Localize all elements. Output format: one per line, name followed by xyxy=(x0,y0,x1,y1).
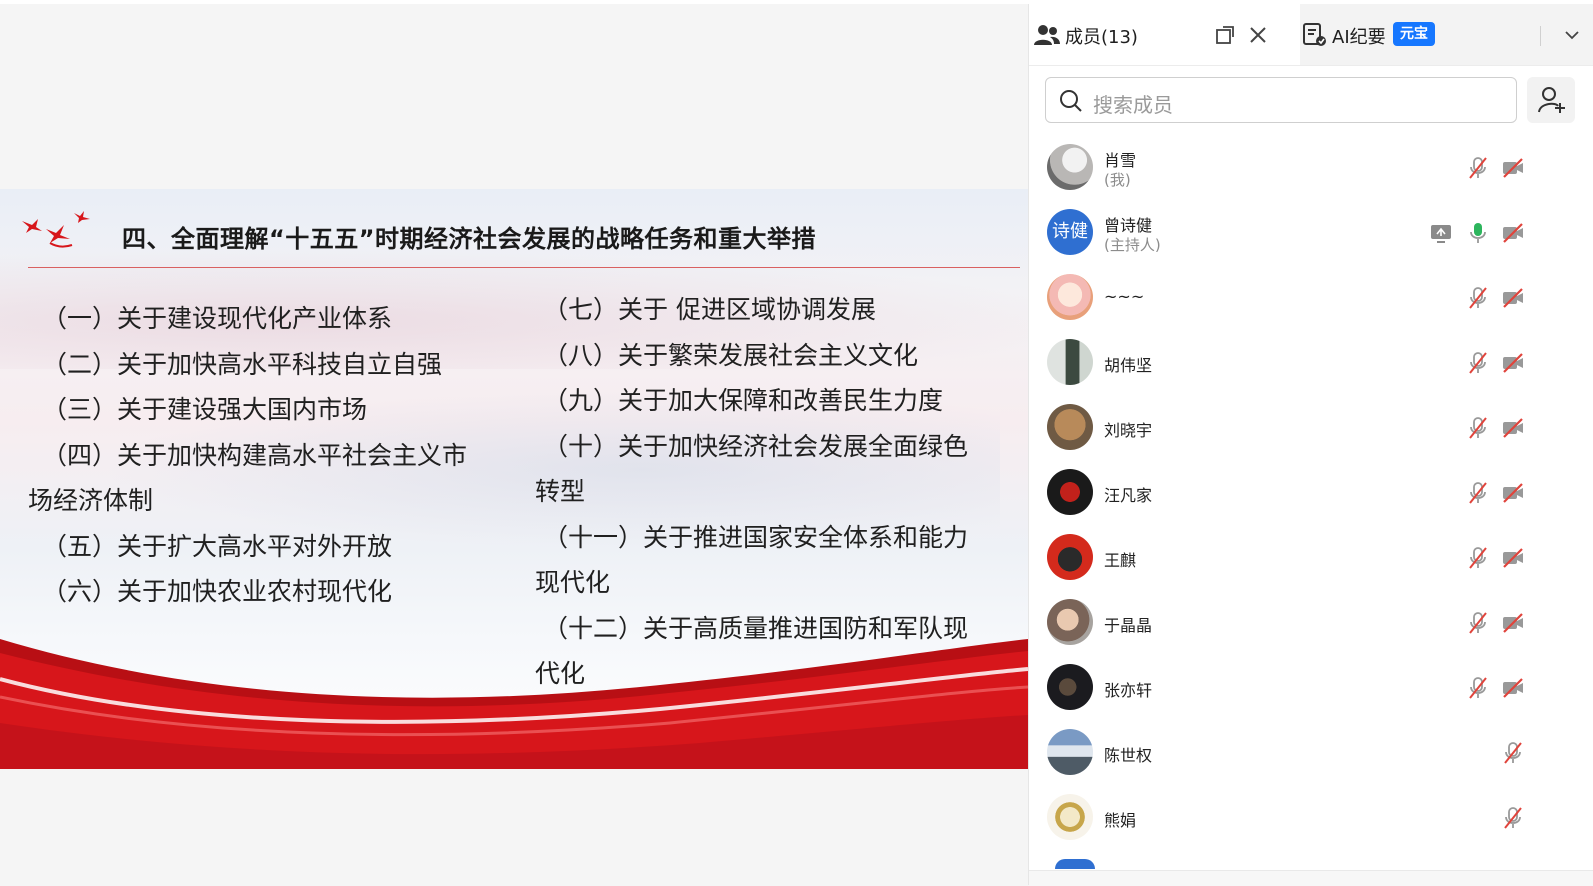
tab-ai-summary[interactable]: AI纪要 元宝 xyxy=(1300,4,1593,65)
avatar xyxy=(1047,404,1093,450)
member-row[interactable]: 于晶晶 xyxy=(1029,591,1593,656)
member-row[interactable]: ~~~ xyxy=(1029,266,1593,331)
panel-tabs: 成员(13) AI纪要 元宝 xyxy=(1029,4,1593,66)
camera-off-icon[interactable] xyxy=(1501,611,1525,635)
mic-muted-icon[interactable] xyxy=(1466,351,1490,375)
mic-muted-icon[interactable] xyxy=(1466,416,1490,440)
avatar xyxy=(1047,664,1093,710)
avatar xyxy=(1047,274,1093,320)
slide-list-item: （三）关于建设强大国内市场 xyxy=(42,395,368,424)
member-role: (主持人) xyxy=(1104,236,1161,254)
member-role: (我) xyxy=(1104,171,1131,189)
panel-bottom-edge xyxy=(1029,870,1593,886)
slide-list-item: （一）关于建设现代化产业体系 xyxy=(42,304,393,333)
avatar xyxy=(1055,859,1095,869)
popout-icon[interactable] xyxy=(1215,25,1235,45)
avatar xyxy=(1047,794,1093,840)
slide-list-item: 现代化 xyxy=(535,568,611,597)
document-ai-icon xyxy=(1303,23,1326,46)
member-row[interactable]: 张亦轩 xyxy=(1029,656,1593,721)
slide-list-item: （十）关于加快经济社会发展全面绿色 xyxy=(543,431,969,461)
camera-off-icon[interactable] xyxy=(1501,481,1525,505)
members-tab-label: 成员(13) xyxy=(1065,27,1138,48)
yuanbao-badge: 元宝 xyxy=(1393,22,1435,46)
member-name: 熊娟 xyxy=(1104,811,1137,830)
slide-left-column: （一）关于建设现代化产业体系 （二）关于加快高水平科技自立自强 （三）关于建设强… xyxy=(28,296,492,615)
tab-divider xyxy=(1540,26,1541,46)
member-name: 王麒 xyxy=(1104,551,1137,570)
avatar xyxy=(1047,534,1093,580)
member-row[interactable]: 熊娟 xyxy=(1029,786,1593,851)
avatar xyxy=(1047,469,1093,515)
member-search-input[interactable]: 搜索成员 xyxy=(1045,77,1517,123)
screen-share-icon xyxy=(1431,225,1451,243)
avatar xyxy=(1047,729,1093,775)
camera-off-icon[interactable] xyxy=(1501,286,1525,310)
mic-muted-icon[interactable] xyxy=(1466,611,1490,635)
camera-off-icon[interactable] xyxy=(1501,156,1525,180)
mic-muted-icon[interactable] xyxy=(1466,546,1490,570)
member-row[interactable]: 胡伟坚 xyxy=(1029,331,1593,396)
mic-muted-icon[interactable] xyxy=(1466,676,1490,700)
member-name: 汪凡家 xyxy=(1104,486,1153,505)
dove-logo-icon xyxy=(22,211,90,248)
member-row[interactable]: 肖雪 (我) xyxy=(1029,136,1593,201)
tab-members[interactable]: 成员(13) xyxy=(1029,4,1300,65)
close-icon[interactable] xyxy=(1249,26,1267,44)
member-row[interactable]: 诗健 曾诗健 (主持人) xyxy=(1029,201,1593,266)
ai-tab-label: AI纪要 xyxy=(1332,27,1386,48)
slide-list-item: 场经济体制 xyxy=(28,486,154,515)
invite-member-button[interactable] xyxy=(1527,77,1575,123)
slide-list-item: （四）关于加快构建高水平社会主义市 xyxy=(42,440,468,470)
member-name: 陈世权 xyxy=(1104,746,1153,765)
mic-muted-icon[interactable] xyxy=(1466,481,1490,505)
mic-on-icon[interactable] xyxy=(1466,221,1490,245)
member-row[interactable]: 刘晓宇 xyxy=(1029,396,1593,461)
slide-list-item: （九）关于加大保障和改善民生力度 xyxy=(543,386,944,415)
slide-list-item: （二）关于加快高水平科技自立自强 xyxy=(42,349,443,379)
camera-off-icon[interactable] xyxy=(1501,351,1525,375)
slide-list-item: （八）关于繁荣发展社会主义文化 xyxy=(543,340,919,370)
slide-list-item: （五）关于扩大高水平对外开放 xyxy=(42,531,393,561)
member-name: 胡伟坚 xyxy=(1104,356,1153,375)
mic-muted-icon[interactable] xyxy=(1466,286,1490,310)
slide-title: 四、全面理解“十五五”时期经济社会发展的战略任务和重大举措 xyxy=(122,225,817,253)
red-ribbon-decoration xyxy=(0,639,1028,769)
member-name: 于晶晶 xyxy=(1104,616,1153,635)
member-row[interactable]: 王麒 xyxy=(1029,526,1593,591)
member-row[interactable]: 汪凡家 xyxy=(1029,461,1593,526)
chevron-down-icon[interactable] xyxy=(1564,30,1580,40)
avatar xyxy=(1047,144,1093,190)
slide-list-item: （十一）关于推进国家安全体系和能力 xyxy=(543,522,969,552)
slide-list-item: （七）关于 促进区域协调发展 xyxy=(543,295,876,324)
avatar xyxy=(1047,339,1093,385)
member-name: 肖雪 xyxy=(1104,151,1137,170)
people-icon xyxy=(1034,25,1060,45)
member-name: ~~~ xyxy=(1104,287,1145,306)
search-placeholder: 搜索成员 xyxy=(1093,93,1173,117)
add-user-icon xyxy=(1538,87,1565,113)
mic-muted-icon[interactable] xyxy=(1466,156,1490,180)
member-row[interactable]: 陈世权 xyxy=(1029,721,1593,786)
title-underline xyxy=(28,267,1020,268)
avatar xyxy=(1047,599,1093,645)
search-icon xyxy=(1060,90,1082,112)
presentation-slide: 四、全面理解“十五五”时期经济社会发展的战略任务和重大举措 （一）关于建设现代化… xyxy=(0,189,1028,769)
camera-off-icon[interactable] xyxy=(1501,221,1525,245)
avatar: 诗健 xyxy=(1047,209,1093,255)
camera-off-icon[interactable] xyxy=(1501,546,1525,570)
mic-muted-icon[interactable] xyxy=(1501,741,1525,765)
member-name: 曾诗健 xyxy=(1104,216,1153,235)
members-panel: 成员(13) AI纪要 元宝 搜索成员 肖雪 (我) 诗健 曾诗健 (主持人) … xyxy=(1028,4,1593,886)
mic-muted-icon[interactable] xyxy=(1501,806,1525,830)
member-name: 张亦轩 xyxy=(1104,681,1153,700)
slide-list-item: （六）关于加快农业农村现代化 xyxy=(42,577,393,606)
camera-off-icon[interactable] xyxy=(1501,416,1525,440)
slide-right-column: （七）关于 促进区域协调发展 （八）关于繁荣发展社会主义文化 （九）关于加大保障… xyxy=(535,287,993,697)
slide-list-item: 转型 xyxy=(535,477,586,506)
camera-off-icon[interactable] xyxy=(1501,676,1525,700)
member-name: 刘晓宇 xyxy=(1104,421,1153,440)
shared-screen-area: 四、全面理解“十五五”时期经济社会发展的战略任务和重大举措 （一）关于建设现代化… xyxy=(0,4,1028,885)
